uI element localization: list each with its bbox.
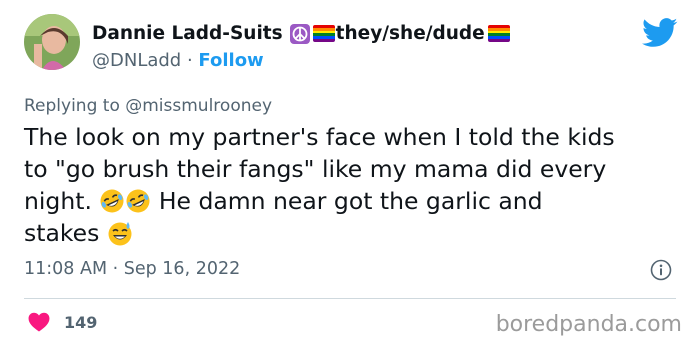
reply-mention-link[interactable]: @missmulrooney — [125, 96, 272, 116]
tweet-timestamp[interactable]: 11:08 AM · Sep 16, 2022 — [24, 259, 240, 279]
divider — [24, 298, 676, 299]
replying-prefix: Replying to — [24, 96, 126, 116]
avatar[interactable] — [24, 14, 80, 70]
tweet-line: night. He damn near got the garlic and — [24, 185, 674, 217]
tweet-line-text: night. — [24, 187, 100, 215]
tweet-card: Dannie Ladd-Suits they/she/dude @DNLadd … — [0, 0, 700, 349]
follow-button[interactable]: Follow — [198, 50, 263, 71]
tweet-line-text: He damn near got the garlic and — [151, 187, 543, 215]
tweet-line: The look on my partner's face when I tol… — [24, 123, 615, 151]
handle-row: @DNLadd · Follow — [92, 50, 264, 71]
peace-icon — [289, 23, 310, 44]
author-name-row[interactable]: Dannie Ladd-Suits they/she/dude — [92, 23, 510, 44]
tweet-line: stakes — [24, 217, 674, 249]
like-count[interactable]: 149 — [64, 313, 97, 332]
info-icon[interactable] — [650, 259, 672, 281]
sweat-smile-emoji — [108, 222, 132, 246]
heart-icon[interactable] — [28, 312, 50, 332]
tweet-line-text: stakes — [24, 219, 107, 247]
pronouns: they/she/dude — [335, 23, 485, 44]
display-name[interactable]: Dannie Ladd-Suits — [92, 23, 283, 44]
handle-separator: · — [181, 50, 199, 71]
rainbow-flag-icon — [487, 25, 510, 42]
rofl-emoji — [100, 189, 124, 213]
author-handle[interactable]: @DNLadd — [92, 50, 181, 71]
rainbow-flag-icon — [312, 25, 335, 42]
tweet-text: The look on my partner's face when I tol… — [24, 121, 674, 249]
rofl-emoji — [126, 189, 150, 213]
twitter-bird-icon[interactable] — [642, 18, 678, 48]
tweet-line: to "go brush their fangs" like my mama d… — [24, 155, 607, 183]
watermark: boredpanda.com — [495, 312, 682, 337]
replying-to: Replying to @missmulrooney — [24, 96, 272, 116]
